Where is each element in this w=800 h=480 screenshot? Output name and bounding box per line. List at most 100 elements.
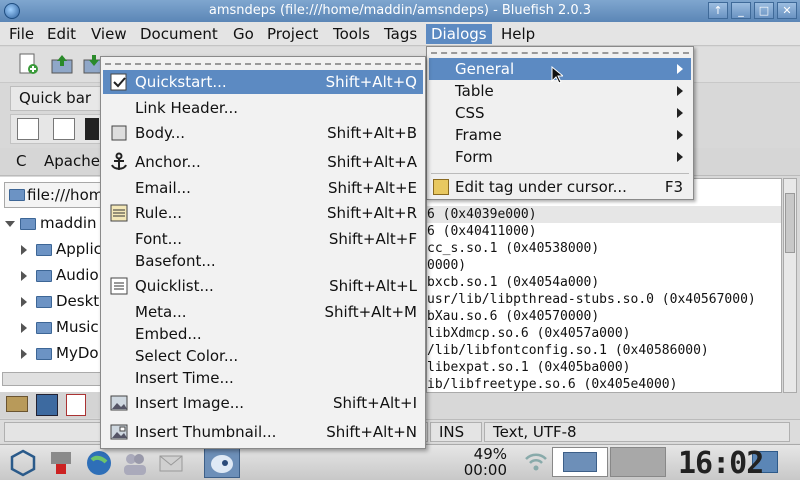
tree-item[interactable]: Applic [0, 238, 104, 262]
tree-item[interactable]: MyDo [0, 342, 104, 366]
menu-item-accel: F3 [664, 178, 683, 196]
browser-icon[interactable] [84, 448, 114, 478]
menu-item-label: Form [455, 148, 493, 166]
menu-item-accel: Shift+Alt+L [329, 277, 417, 295]
menu-item-quicklist[interactable]: Quicklist... Shift+Alt+L [103, 274, 423, 298]
menu-item-label: Insert Time... [135, 369, 234, 387]
tab-apache[interactable]: Apache [44, 152, 100, 170]
tree-item-label: Audio [56, 266, 99, 284]
submenu-arrow-icon [677, 86, 683, 96]
menu-view[interactable]: View [86, 24, 132, 44]
users-icon[interactable] [120, 448, 150, 478]
code-line: libXdmcp.so.6 (0x4057a000) [427, 326, 631, 341]
start-menu-icon[interactable] [8, 448, 38, 478]
menu-help[interactable]: Help [496, 24, 540, 44]
tree-item[interactable]: Audio [0, 264, 104, 288]
menu-item-email[interactable]: Email... Shift+Alt+E [103, 176, 423, 200]
mail-icon[interactable] [156, 448, 186, 478]
file-browser-path[interactable]: file:///home/maddin [4, 182, 102, 208]
menu-tearoff[interactable] [431, 52, 689, 54]
menu-item-insert-image[interactable]: Insert Image... Shift+Alt+I [103, 391, 423, 415]
menu-item-anchor[interactable]: Anchor... Shift+Alt+A [103, 150, 423, 174]
menu-edit[interactable]: Edit [42, 24, 81, 44]
open-file-icon[interactable] [50, 52, 74, 76]
menu-item-insert-thumbnail[interactable]: Insert Thumbnail... Shift+Alt+N [103, 420, 423, 444]
menu-tearoff[interactable] [105, 63, 421, 65]
tools-icon[interactable] [46, 448, 76, 478]
menu-bar: File Edit View Document Go Project Tools… [0, 22, 800, 46]
dialogs-menu-form[interactable]: Form [429, 146, 691, 168]
menu-go[interactable]: Go [228, 24, 259, 44]
bold-icon[interactable] [85, 118, 99, 140]
folder-icon [36, 296, 52, 308]
menu-item-meta[interactable]: Meta... Shift+Alt+M [103, 300, 423, 324]
menu-item-font[interactable]: Font... Shift+Alt+F [103, 227, 423, 251]
battery-time: 00:00 [463, 461, 507, 479]
new-file-icon[interactable] [16, 52, 40, 76]
editor-text-area[interactable]: 6 (0x4039e000) 6 (0x40411000) cc_s.so.1 … [426, 178, 782, 393]
menu-item-insert-time[interactable]: Insert Time... [103, 366, 423, 390]
body-icon[interactable] [53, 118, 75, 140]
scroll-thumb[interactable] [785, 193, 795, 253]
dialogs-menu-frame[interactable]: Frame [429, 124, 691, 146]
menu-item-accel: Shift+Alt+R [327, 204, 417, 222]
expand-icon[interactable] [21, 245, 27, 255]
editor-vscrollbar[interactable] [783, 178, 797, 393]
menu-file[interactable]: File [4, 24, 39, 44]
desktop-pager-1[interactable] [552, 447, 608, 477]
tree-item[interactable]: Music [0, 316, 104, 340]
expand-icon[interactable] [21, 271, 27, 281]
folder-icon [9, 189, 25, 201]
tree-item[interactable]: Deskt [0, 290, 104, 314]
expand-icon[interactable] [21, 323, 27, 333]
folder-icon [20, 218, 36, 230]
window-maximize-button[interactable]: □ [754, 2, 774, 19]
file-browser-path-text: file:///home/maddin [27, 186, 102, 204]
tree-root-label: maddin [40, 214, 97, 232]
wifi-icon[interactable] [524, 451, 548, 473]
expand-icon[interactable] [5, 221, 15, 227]
desktop-pager-2[interactable] [610, 447, 666, 477]
menu-item-quickstart[interactable]: Quickstart... Shift+Alt+Q [103, 70, 423, 94]
status-encoding: Text, UTF-8 [484, 422, 790, 442]
tab-c[interactable]: C [16, 152, 26, 170]
expand-icon[interactable] [21, 297, 27, 307]
charmap-tab-icon[interactable] [66, 394, 86, 416]
window-shade-button[interactable]: ↑ [708, 2, 728, 19]
tree-item-label: Applic [56, 240, 102, 258]
menu-project[interactable]: Project [262, 24, 323, 44]
quickbar-icons [10, 114, 102, 144]
menu-item-select-color[interactable]: Select Color... [103, 344, 423, 368]
quickstart-icon[interactable] [17, 118, 39, 140]
mouse-cursor-icon [551, 65, 565, 84]
menu-item-rule[interactable]: Rule... Shift+Alt+R [103, 201, 423, 225]
menu-item-embed[interactable]: Embed... [103, 322, 423, 346]
dialogs-menu-css[interactable]: CSS [429, 102, 691, 124]
window-close-button[interactable]: ✕ [777, 2, 797, 19]
menu-tools[interactable]: Tools [328, 24, 375, 44]
window-minimize-button[interactable]: _ [731, 2, 751, 19]
bluefish-task-button[interactable] [204, 448, 240, 478]
folder-icon [36, 348, 52, 360]
tree-root[interactable]: maddin [0, 212, 104, 236]
filebrowser-tab-icon[interactable] [6, 396, 28, 412]
menu-separator [431, 173, 689, 174]
menu-item-label: Quicklist... [135, 277, 214, 295]
tree-item-label: Music [56, 318, 99, 336]
menu-item-body[interactable]: Body... Shift+Alt+B [103, 121, 423, 145]
menu-item-link-header[interactable]: Link Header... [103, 96, 423, 120]
menu-item-basefont[interactable]: Basefont... [103, 249, 423, 273]
expand-icon[interactable] [21, 349, 27, 359]
menu-document[interactable]: Document [135, 24, 223, 44]
code-line: 6 (0x40411000) [427, 224, 537, 239]
quickbar-tab[interactable]: Quick bar [10, 86, 102, 111]
bookmarks-tab-icon[interactable] [36, 394, 58, 416]
menu-dialogs[interactable]: Dialogs [426, 24, 492, 44]
menu-tags[interactable]: Tags [379, 24, 422, 44]
menu-item-label: Insert Image... [135, 394, 245, 412]
menu-item-accel: Shift+Alt+M [324, 303, 417, 321]
file-browser-hscrollbar[interactable] [2, 372, 102, 386]
menu-item-label: Meta... [135, 303, 187, 321]
dialogs-menu-edit-tag[interactable]: Edit tag under cursor... F3 [429, 176, 691, 198]
menu-item-accel: Shift+Alt+E [327, 179, 417, 197]
